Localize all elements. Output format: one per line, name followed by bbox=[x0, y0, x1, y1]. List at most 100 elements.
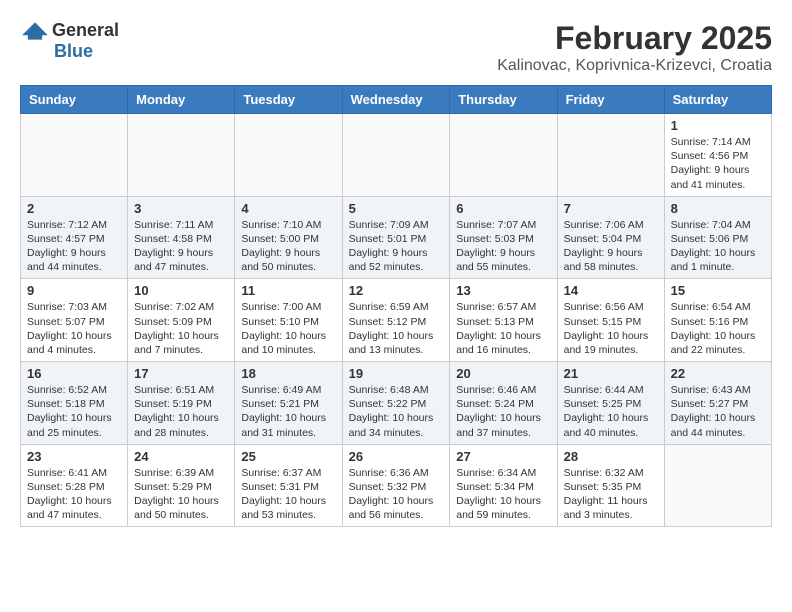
logo: General Blue bbox=[20, 20, 119, 62]
table-row: 11 Sunrise: 7:00 AM Sunset: 5:10 PM Dayli… bbox=[235, 279, 342, 362]
day-number: 8 bbox=[671, 201, 765, 216]
table-row bbox=[342, 114, 450, 197]
day-number: 24 bbox=[134, 449, 228, 464]
calendar-week-row: 1 Sunrise: 7:14 AM Sunset: 4:56 PM Daylig… bbox=[21, 114, 772, 197]
calendar-week-row: 2 Sunrise: 7:12 AM Sunset: 4:57 PM Daylig… bbox=[21, 196, 772, 279]
calendar-week-row: 9 Sunrise: 7:03 AM Sunset: 5:07 PM Daylig… bbox=[21, 279, 772, 362]
day-number: 25 bbox=[241, 449, 335, 464]
day-number: 13 bbox=[456, 283, 550, 298]
day-number: 7 bbox=[564, 201, 658, 216]
day-info: Sunrise: 6:34 AM Sunset: 5:34 PM Dayligh… bbox=[456, 466, 550, 523]
title-area: February 2025 Kalinovac, Koprivnica-Kriz… bbox=[497, 20, 772, 75]
day-number: 18 bbox=[241, 366, 335, 381]
day-info: Sunrise: 7:12 AM Sunset: 4:57 PM Dayligh… bbox=[27, 218, 121, 275]
table-row: 13 Sunrise: 6:57 AM Sunset: 5:13 PM Dayli… bbox=[450, 279, 557, 362]
table-row: 24Sunrise: 6:39 AM Sunset: 5:29 PM Dayli… bbox=[128, 444, 235, 527]
table-row: 1 Sunrise: 7:14 AM Sunset: 4:56 PM Daylig… bbox=[664, 114, 771, 197]
day-info: Sunrise: 7:14 AM Sunset: 4:56 PM Dayligh… bbox=[671, 135, 765, 192]
day-info: Sunrise: 7:09 AM Sunset: 5:01 PM Dayligh… bbox=[349, 218, 444, 275]
day-info: Sunrise: 7:11 AM Sunset: 4:58 PM Dayligh… bbox=[134, 218, 228, 275]
day-number: 20 bbox=[456, 366, 550, 381]
logo-general: General bbox=[52, 20, 119, 41]
day-info: Sunrise: 6:49 AM Sunset: 5:21 PM Dayligh… bbox=[241, 383, 335, 440]
day-info: Sunrise: 6:57 AM Sunset: 5:13 PM Dayligh… bbox=[456, 300, 550, 357]
location: Kalinovac, Koprivnica-Krizevci, Croatia bbox=[497, 57, 772, 75]
day-number: 19 bbox=[349, 366, 444, 381]
table-row bbox=[450, 114, 557, 197]
day-info: Sunrise: 7:10 AM Sunset: 5:00 PM Dayligh… bbox=[241, 218, 335, 275]
header-sunday: Sunday bbox=[21, 86, 128, 114]
table-row: 14Sunrise: 6:56 AM Sunset: 5:15 PM Dayli… bbox=[557, 279, 664, 362]
day-info: Sunrise: 6:59 AM Sunset: 5:12 PM Dayligh… bbox=[349, 300, 444, 357]
table-row: 8Sunrise: 7:04 AM Sunset: 5:06 PM Daylig… bbox=[664, 196, 771, 279]
day-number: 15 bbox=[671, 283, 765, 298]
day-number: 14 bbox=[564, 283, 658, 298]
table-row: 27 Sunrise: 6:34 AM Sunset: 5:34 PM Dayli… bbox=[450, 444, 557, 527]
month-title: February 2025 bbox=[497, 20, 772, 57]
day-info: Sunrise: 6:46 AM Sunset: 5:24 PM Dayligh… bbox=[456, 383, 550, 440]
day-number: 21 bbox=[564, 366, 658, 381]
day-info: Sunrise: 6:36 AM Sunset: 5:32 PM Dayligh… bbox=[349, 466, 444, 523]
table-row: 20 Sunrise: 6:46 AM Sunset: 5:24 PM Dayli… bbox=[450, 362, 557, 445]
day-number: 3 bbox=[134, 201, 228, 216]
table-row: 23 Sunrise: 6:41 AM Sunset: 5:28 PM Dayli… bbox=[21, 444, 128, 527]
table-row: 10 Sunrise: 7:02 AM Sunset: 5:09 PM Dayli… bbox=[128, 279, 235, 362]
day-number: 12 bbox=[349, 283, 444, 298]
page-header: General Blue February 2025 Kalinovac, Ko… bbox=[20, 20, 772, 75]
table-row: 19 Sunrise: 6:48 AM Sunset: 5:22 PM Dayli… bbox=[342, 362, 450, 445]
day-info: Sunrise: 6:32 AM Sunset: 5:35 PM Dayligh… bbox=[564, 466, 658, 523]
day-number: 2 bbox=[27, 201, 121, 216]
table-row: 28 Sunrise: 6:32 AM Sunset: 5:35 PM Dayli… bbox=[557, 444, 664, 527]
table-row: 2 Sunrise: 7:12 AM Sunset: 4:57 PM Daylig… bbox=[21, 196, 128, 279]
day-info: Sunrise: 6:52 AM Sunset: 5:18 PM Dayligh… bbox=[27, 383, 121, 440]
calendar-week-row: 16Sunrise: 6:52 AM Sunset: 5:18 PM Dayli… bbox=[21, 362, 772, 445]
day-info: Sunrise: 6:48 AM Sunset: 5:22 PM Dayligh… bbox=[349, 383, 444, 440]
table-row: 12 Sunrise: 6:59 AM Sunset: 5:12 PM Dayli… bbox=[342, 279, 450, 362]
day-info: Sunrise: 6:37 AM Sunset: 5:31 PM Dayligh… bbox=[241, 466, 335, 523]
table-row: 21 Sunrise: 6:44 AM Sunset: 5:25 PM Dayli… bbox=[557, 362, 664, 445]
header-tuesday: Tuesday bbox=[235, 86, 342, 114]
day-info: Sunrise: 7:02 AM Sunset: 5:09 PM Dayligh… bbox=[134, 300, 228, 357]
day-number: 28 bbox=[564, 449, 658, 464]
calendar-table: Sunday Monday Tuesday Wednesday Thursday… bbox=[20, 85, 772, 527]
day-info: Sunrise: 7:03 AM Sunset: 5:07 PM Dayligh… bbox=[27, 300, 121, 357]
day-info: Sunrise: 6:54 AM Sunset: 5:16 PM Dayligh… bbox=[671, 300, 765, 357]
day-number: 10 bbox=[134, 283, 228, 298]
table-row: 16Sunrise: 6:52 AM Sunset: 5:18 PM Dayli… bbox=[21, 362, 128, 445]
table-row: 5 Sunrise: 7:09 AM Sunset: 5:01 PM Daylig… bbox=[342, 196, 450, 279]
day-info: Sunrise: 7:00 AM Sunset: 5:10 PM Dayligh… bbox=[241, 300, 335, 357]
day-number: 26 bbox=[349, 449, 444, 464]
logo-icon bbox=[20, 21, 50, 41]
table-row bbox=[128, 114, 235, 197]
day-number: 1 bbox=[671, 118, 765, 133]
day-number: 9 bbox=[27, 283, 121, 298]
table-row bbox=[664, 444, 771, 527]
table-row: 22Sunrise: 6:43 AM Sunset: 5:27 PM Dayli… bbox=[664, 362, 771, 445]
table-row bbox=[557, 114, 664, 197]
day-number: 4 bbox=[241, 201, 335, 216]
header-wednesday: Wednesday bbox=[342, 86, 450, 114]
day-info: Sunrise: 7:07 AM Sunset: 5:03 PM Dayligh… bbox=[456, 218, 550, 275]
header-friday: Friday bbox=[557, 86, 664, 114]
day-number: 23 bbox=[27, 449, 121, 464]
table-row: 26 Sunrise: 6:36 AM Sunset: 5:32 PM Dayli… bbox=[342, 444, 450, 527]
header-saturday: Saturday bbox=[664, 86, 771, 114]
calendar-week-row: 23 Sunrise: 6:41 AM Sunset: 5:28 PM Dayli… bbox=[21, 444, 772, 527]
table-row: 9 Sunrise: 7:03 AM Sunset: 5:07 PM Daylig… bbox=[21, 279, 128, 362]
day-number: 11 bbox=[241, 283, 335, 298]
day-info: Sunrise: 6:51 AM Sunset: 5:19 PM Dayligh… bbox=[134, 383, 228, 440]
day-info: Sunrise: 6:44 AM Sunset: 5:25 PM Dayligh… bbox=[564, 383, 658, 440]
day-info: Sunrise: 6:43 AM Sunset: 5:27 PM Dayligh… bbox=[671, 383, 765, 440]
table-row bbox=[21, 114, 128, 197]
day-number: 6 bbox=[456, 201, 550, 216]
logo-blue: Blue bbox=[54, 41, 93, 62]
table-row: 4 Sunrise: 7:10 AM Sunset: 5:00 PM Daylig… bbox=[235, 196, 342, 279]
table-row: 3 Sunrise: 7:11 AM Sunset: 4:58 PM Daylig… bbox=[128, 196, 235, 279]
day-info: Sunrise: 6:41 AM Sunset: 5:28 PM Dayligh… bbox=[27, 466, 121, 523]
day-number: 17 bbox=[134, 366, 228, 381]
day-number: 27 bbox=[456, 449, 550, 464]
header-monday: Monday bbox=[128, 86, 235, 114]
table-row: 7Sunrise: 7:06 AM Sunset: 5:04 PM Daylig… bbox=[557, 196, 664, 279]
table-row: 18 Sunrise: 6:49 AM Sunset: 5:21 PM Dayli… bbox=[235, 362, 342, 445]
day-number: 5 bbox=[349, 201, 444, 216]
